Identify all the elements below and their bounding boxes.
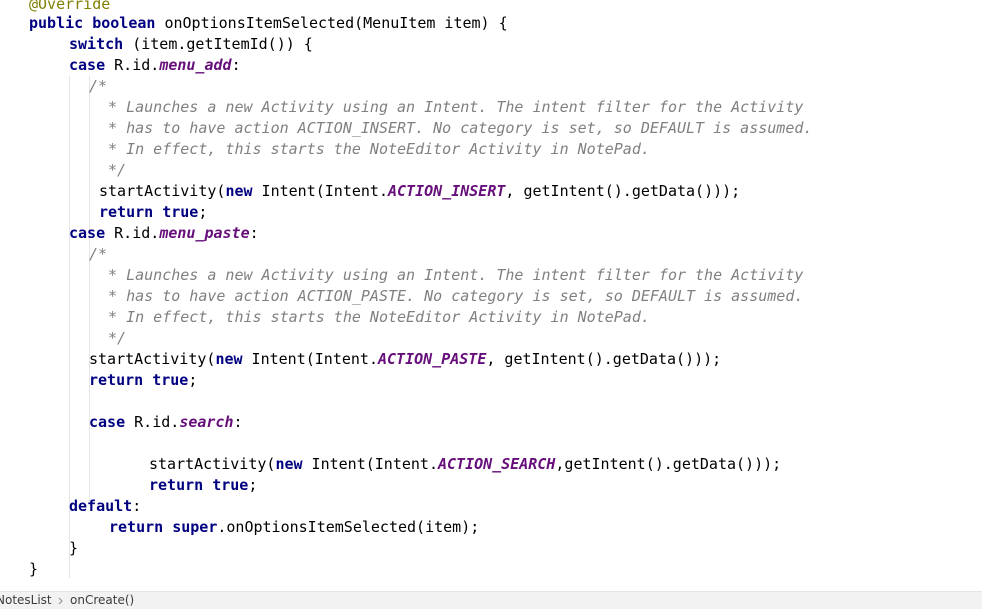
code-line[interactable]: return true;: [149, 475, 257, 496]
code-token: switch: [69, 35, 124, 53]
code-token: search: [179, 413, 234, 431]
code-token: :: [132, 497, 142, 515]
code-token: return: [109, 518, 164, 536]
code-token: ACTION_SEARCH: [438, 455, 556, 473]
code-token: new: [275, 455, 303, 473]
code-token: }: [29, 560, 39, 578]
code-token: , getIntent().getData()));: [486, 350, 722, 368]
breadcrumb-item-method[interactable]: onCreate(): [70, 592, 134, 609]
code-token: startActivity(: [149, 455, 276, 473]
code-token: Intent(Intent.: [242, 350, 378, 368]
code-token: public: [29, 14, 84, 32]
code-token: case: [69, 224, 106, 242]
code-token: true: [212, 476, 249, 494]
code-token: ;: [198, 203, 208, 221]
code-line[interactable]: startActivity(new Intent(Intent.ACTION_S…: [149, 454, 781, 475]
code-line[interactable]: case R.id.menu_paste:: [69, 223, 259, 244]
breadcrumb: NotesList onCreate(): [0, 591, 982, 609]
code-token: return: [89, 371, 144, 389]
code-token: /*: [89, 245, 108, 263]
code-token: startActivity(: [89, 350, 216, 368]
code-token: */: [99, 329, 127, 347]
code-token: return: [99, 203, 154, 221]
code-token: true: [162, 203, 199, 221]
code-token: * Launches a new Activity using an Inten…: [99, 98, 804, 116]
code-line[interactable]: /*: [89, 76, 107, 97]
code-token: * has to have action ACTION_INSERT. No c…: [99, 119, 813, 137]
code-line[interactable]: * Launches a new Activity using an Inten…: [99, 97, 803, 118]
code-line[interactable]: startActivity(new Intent(Intent.ACTION_I…: [99, 181, 740, 202]
code-token: return: [149, 476, 204, 494]
code-line[interactable]: */: [99, 160, 126, 181]
code-line[interactable]: case R.id.search:: [89, 412, 243, 433]
code-editor[interactable]: @Override public boolean onOptionsItemSel…: [0, 0, 982, 591]
code-line[interactable]: return true;: [89, 370, 197, 391]
code-token: /*: [89, 77, 108, 95]
code-line[interactable]: case R.id.menu_add:: [69, 55, 241, 76]
code-token: case: [89, 413, 126, 431]
code-token: menu_paste: [159, 224, 250, 242]
code-token: * has to have action ACTION_PASTE. No ca…: [99, 287, 804, 305]
code-token: super: [172, 518, 218, 536]
code-line[interactable]: * In effect, this starts the NoteEditor …: [99, 139, 650, 160]
code-token: Intent(Intent.: [252, 182, 388, 200]
code-token: */: [99, 161, 127, 179]
code-line[interactable]: * has to have action ACTION_PASTE. No ca…: [99, 286, 803, 307]
code-token: :: [231, 56, 241, 74]
code-line[interactable]: public boolean onOptionsItemSelected(Men…: [29, 13, 508, 34]
code-line[interactable]: * Launches a new Activity using an Inten…: [99, 265, 803, 286]
code-token: ,getIntent().getData()));: [555, 455, 782, 473]
code-token: new: [215, 350, 243, 368]
code-token: :: [249, 224, 259, 242]
code-token: }: [69, 539, 79, 557]
code-token: , getIntent().getData()));: [505, 182, 741, 200]
code-line[interactable]: return super.onOptionsItemSelected(item)…: [109, 517, 479, 538]
code-token: R.id.: [125, 413, 180, 431]
code-token: R.id.: [105, 56, 160, 74]
code-token: onOptionsItemSelected(MenuItem item) {: [155, 14, 508, 32]
code-token: ACTION_PASTE: [378, 350, 487, 368]
code-token: true: [152, 371, 189, 389]
code-token: @Override: [29, 0, 111, 13]
code-line[interactable]: }: [29, 559, 38, 580]
code-token: :: [233, 413, 243, 431]
code-token: ;: [248, 476, 258, 494]
code-token: * In effect, this starts the NoteEditor …: [99, 308, 650, 326]
code-token: ;: [188, 371, 198, 389]
indent-guide: [89, 434, 90, 494]
code-token: startActivity(: [99, 182, 226, 200]
code-token: .onOptionsItemSelected(item);: [217, 518, 480, 536]
code-token: * Launches a new Activity using an Inten…: [99, 266, 804, 284]
code-line[interactable]: */: [99, 328, 126, 349]
code-line[interactable]: * In effect, this starts the NoteEditor …: [99, 307, 650, 328]
code-token: default: [69, 497, 133, 515]
code-line[interactable]: /*: [89, 244, 107, 265]
code-token: case: [69, 56, 106, 74]
code-token: menu_add: [159, 56, 232, 74]
code-line[interactable]: return true;: [99, 202, 207, 223]
code-token: Intent(Intent.: [302, 455, 438, 473]
code-token: R.id.: [105, 224, 160, 242]
code-line[interactable]: startActivity(new Intent(Intent.ACTION_P…: [89, 349, 721, 370]
code-token: ACTION_INSERT: [388, 182, 506, 200]
code-line[interactable]: default:: [69, 496, 141, 517]
code-line[interactable]: }: [69, 538, 78, 559]
code-token: boolean: [92, 14, 156, 32]
code-token: new: [225, 182, 253, 200]
code-line[interactable]: * has to have action ACTION_INSERT. No c…: [99, 118, 812, 139]
code-line[interactable]: switch (item.getItemId()) {: [69, 34, 313, 55]
code-token: * In effect, this starts the NoteEditor …: [99, 140, 650, 158]
code-token: (item.getItemId()) {: [123, 35, 313, 53]
breadcrumb-item-class[interactable]: NotesList: [0, 592, 52, 609]
